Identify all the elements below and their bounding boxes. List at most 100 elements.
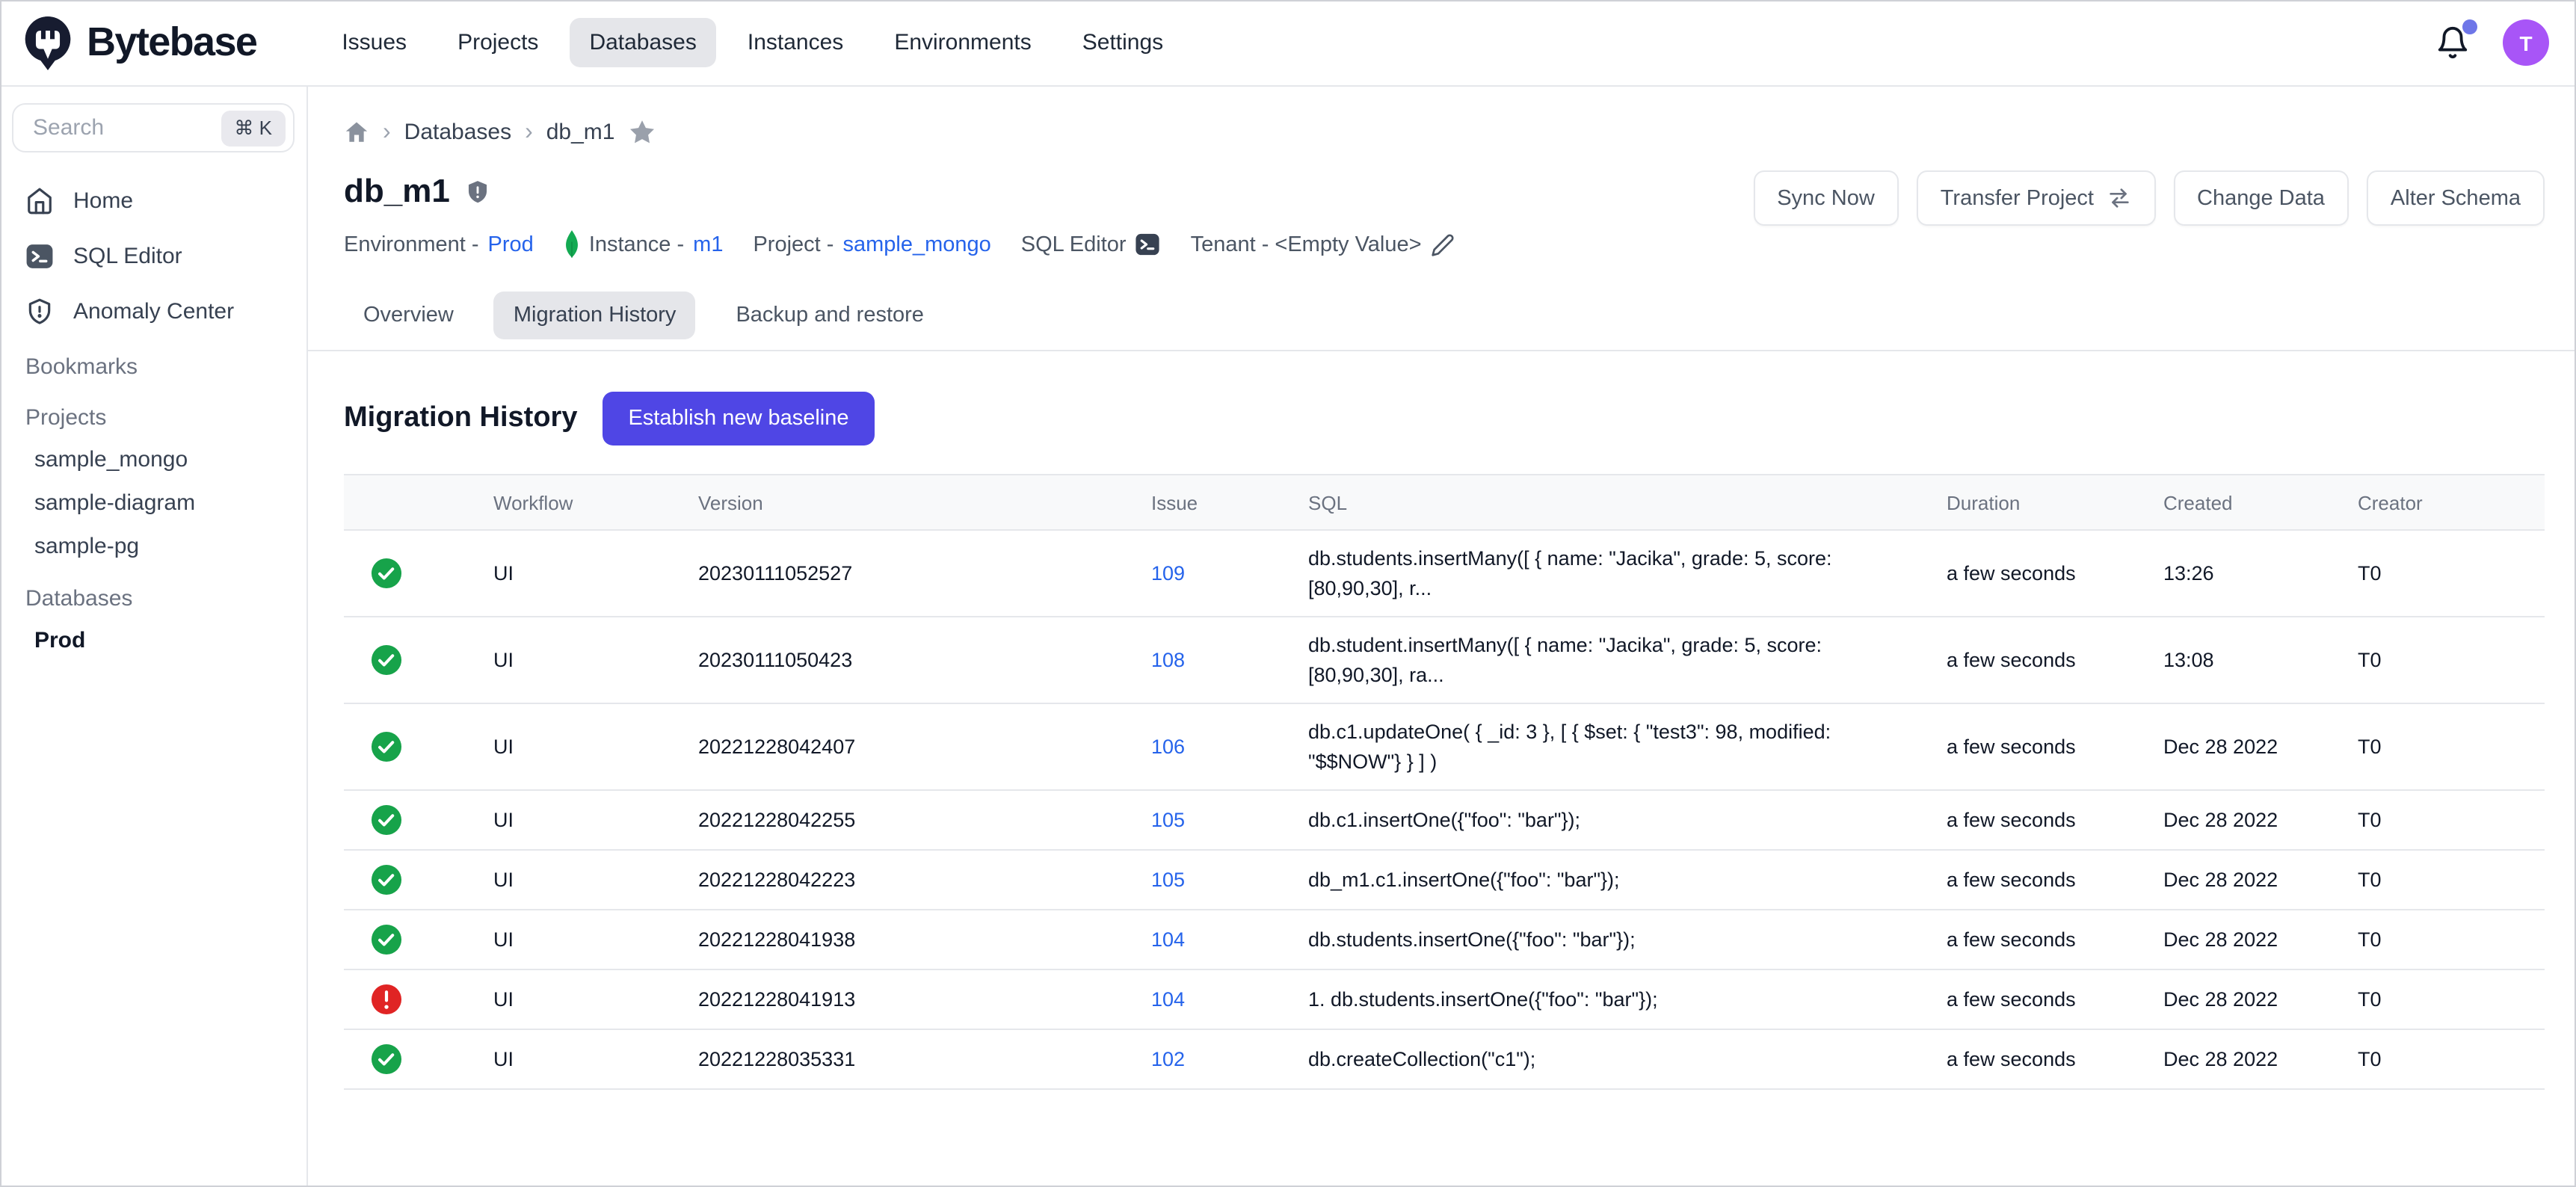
notification-bell-icon[interactable] bbox=[2435, 25, 2470, 60]
sql-editor-icon bbox=[1136, 232, 1161, 257]
issue-link[interactable]: 105 bbox=[1151, 810, 1308, 832]
meta-sql-editor[interactable]: SQL Editor bbox=[1021, 232, 1161, 257]
cell-workflow: UI bbox=[493, 562, 698, 585]
cell-creator: T0 bbox=[2358, 989, 2545, 1011]
change-data-button[interactable]: Change Data bbox=[2173, 170, 2349, 226]
tab-backup-and-restore[interactable]: Backup and restore bbox=[716, 292, 943, 339]
sidebar-item-sql-editor[interactable]: SQL Editor bbox=[12, 232, 295, 281]
cell-workflow: UI bbox=[493, 1049, 698, 1071]
establish-baseline-button[interactable]: Establish new baseline bbox=[603, 392, 874, 445]
status-success-icon bbox=[344, 805, 493, 836]
sidebar-sections: Bookmarks Projectssample_mongosample-diag… bbox=[12, 344, 295, 662]
avatar[interactable]: T bbox=[2503, 19, 2549, 66]
table-row[interactable]: UI202212280419131041. db.students.insert… bbox=[344, 971, 2545, 1031]
meta-tenant: Tenant - <Empty Value> bbox=[1191, 232, 1455, 256]
sidebar-item-sample-pg[interactable]: sample-pg bbox=[12, 525, 295, 568]
cell-workflow: UI bbox=[493, 810, 698, 832]
section-label-bookmarks: Bookmarks bbox=[12, 344, 295, 387]
transfer-project-button[interactable]: Transfer Project bbox=[1917, 170, 2155, 226]
cell-version: 20230111050423 bbox=[698, 649, 1151, 671]
issue-link[interactable]: 106 bbox=[1151, 736, 1308, 759]
nav-item-databases[interactable]: Databases bbox=[570, 18, 715, 67]
project-link[interactable]: sample_mongo bbox=[842, 232, 990, 256]
transfer-icon bbox=[2106, 185, 2131, 211]
cell-sql: db.createCollection("c1"); bbox=[1308, 1045, 1947, 1074]
migration-history-table: WorkflowVersionIssueSQLDurationCreatedCr… bbox=[344, 474, 2545, 1091]
tab-overview[interactable]: Overview bbox=[344, 292, 473, 339]
top-nav: Bytebase IssuesProjectsDatabases Instance… bbox=[0, 0, 2576, 87]
search-input[interactable] bbox=[30, 114, 221, 142]
status-failed-icon bbox=[344, 984, 493, 1016]
nav-item-instances[interactable]: Instances bbox=[728, 18, 863, 67]
bytebase-logo-icon bbox=[22, 14, 73, 71]
table-row[interactable]: UI20230111050423108db.student.insertMany… bbox=[344, 617, 2545, 704]
edit-pencil-icon[interactable] bbox=[1431, 232, 1455, 256]
sidebar-item-sample-diagram[interactable]: sample-diagram bbox=[12, 481, 295, 525]
bytebase-logo[interactable]: Bytebase bbox=[22, 14, 256, 71]
breadcrumb: › Databases › db_m1 bbox=[344, 87, 2545, 147]
section-label-projects: Projects bbox=[12, 395, 295, 438]
table-row[interactable]: UI20221228041938104db.students.insertOne… bbox=[344, 911, 2545, 971]
table-row[interactable]: UI20221228035331102db.createCollection("… bbox=[344, 1031, 2545, 1091]
sidebar-item-home[interactable]: Home bbox=[12, 176, 295, 226]
search-box[interactable]: ⌘ K bbox=[12, 103, 295, 152]
issue-link[interactable]: 108 bbox=[1151, 649, 1308, 671]
table-row[interactable]: UI20230111052527109db.students.insertMan… bbox=[344, 531, 2545, 617]
database-meta: Environment - Prod Instance - m1 Project… bbox=[344, 230, 2545, 259]
cell-creator: T0 bbox=[2358, 869, 2545, 892]
breadcrumb-home-icon[interactable] bbox=[344, 120, 369, 145]
cell-duration: a few seconds bbox=[1947, 810, 2163, 832]
main-area: › Databases › db_m1 db_m1 bbox=[308, 87, 2576, 1187]
status-success-icon bbox=[344, 644, 493, 676]
cell-workflow: UI bbox=[493, 869, 698, 892]
section-label-databases: Databases bbox=[12, 576, 295, 619]
breadcrumb-databases[interactable]: Databases bbox=[404, 120, 511, 145]
cell-duration: a few seconds bbox=[1947, 929, 2163, 952]
column-header-workflow: Workflow bbox=[493, 491, 698, 514]
breadcrumb-separator: › bbox=[525, 119, 533, 146]
sidebar-item-sample-mongo[interactable]: sample_mongo bbox=[12, 438, 295, 481]
breadcrumb-current: db_m1 bbox=[546, 120, 615, 145]
cell-sql: db_m1.c1.insertOne({"foo": "bar"}); bbox=[1308, 866, 1947, 895]
cell-created: Dec 28 2022 bbox=[2163, 869, 2358, 892]
table-row[interactable]: UI20221228042407106db.c1.updateOne( { _i… bbox=[344, 705, 2545, 792]
table-row[interactable]: UI20221228042223105db_m1.c1.insertOne({"… bbox=[344, 851, 2545, 911]
table-row[interactable]: UI20221228042255105db.c1.insertOne({"foo… bbox=[344, 792, 2545, 851]
status-success-icon bbox=[344, 732, 493, 763]
issue-link[interactable]: 109 bbox=[1151, 562, 1308, 585]
issue-link[interactable]: 105 bbox=[1151, 869, 1308, 892]
brand-name: Bytebase bbox=[87, 19, 256, 66]
cell-version: 20221228042407 bbox=[698, 736, 1151, 759]
issue-link[interactable]: 104 bbox=[1151, 929, 1308, 952]
column-header-created: Created bbox=[2163, 491, 2358, 514]
nav-item-projects[interactable]: Projects bbox=[438, 18, 558, 67]
sql-editor-icon bbox=[25, 242, 54, 271]
favorite-star-icon[interactable] bbox=[629, 118, 657, 147]
sync-now-button[interactable]: Sync Now bbox=[1753, 170, 1899, 226]
cell-created: Dec 28 2022 bbox=[2163, 929, 2358, 952]
nav-item-settings[interactable]: Settings bbox=[1063, 18, 1183, 67]
cell-version: 20230111052527 bbox=[698, 562, 1151, 585]
column-header-version: Version bbox=[698, 491, 1151, 514]
nav-item-issues[interactable]: Issues bbox=[322, 18, 426, 67]
table-header: WorkflowVersionIssueSQLDurationCreatedCr… bbox=[344, 474, 2545, 531]
cell-created: Dec 28 2022 bbox=[2163, 1049, 2358, 1071]
alter-schema-button[interactable]: Alter Schema bbox=[2367, 170, 2545, 226]
status-success-icon bbox=[344, 1044, 493, 1076]
sidebar-item-anomaly-center[interactable]: Anomaly Center bbox=[12, 287, 295, 336]
nav-item-environments[interactable]: Environments bbox=[875, 18, 1050, 67]
tab-migration-history[interactable]: Migration History bbox=[494, 292, 696, 339]
cell-creator: T0 bbox=[2358, 810, 2545, 832]
sidebar-item-prod[interactable]: Prod bbox=[12, 619, 295, 662]
column-header-issue: Issue bbox=[1151, 491, 1308, 514]
issue-link[interactable]: 104 bbox=[1151, 989, 1308, 1011]
title-shield-icon bbox=[465, 179, 490, 204]
meta-environment: Environment - Prod bbox=[344, 232, 534, 256]
section-title: Migration History bbox=[344, 402, 577, 435]
environment-link[interactable]: Prod bbox=[488, 232, 534, 256]
instance-link[interactable]: m1 bbox=[693, 232, 723, 256]
issue-link[interactable]: 102 bbox=[1151, 1049, 1308, 1071]
cell-sql: db.student.insertMany([ { name: "Jacika"… bbox=[1308, 631, 1947, 689]
main-nav: IssuesProjectsDatabases InstancesEnvironm… bbox=[322, 18, 1183, 67]
table-body: UI20230111052527109db.students.insertMan… bbox=[344, 531, 2545, 1091]
